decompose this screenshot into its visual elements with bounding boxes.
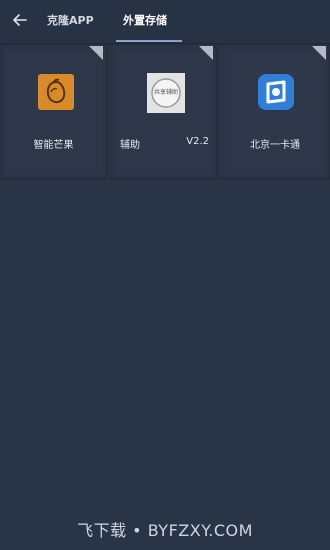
corner-badge [312, 46, 326, 60]
app-grid: 智能芒果 共享辅助 辅助 V2.2 北京一卡通 [0, 44, 330, 180]
app-tile-beijing-card[interactable]: 北京一卡通 [220, 44, 330, 180]
top-bar: 克隆APP 外置存储 [0, 0, 330, 44]
arrow-left-icon [13, 14, 27, 26]
app-label: 辅助 V2.2 [110, 136, 217, 151]
assistant-app-icon: 共享辅助 [146, 72, 186, 116]
corner-badge [89, 46, 103, 60]
watermark-text: 飞下载 • BYFZXY.COM [77, 521, 253, 540]
app-tile-mango[interactable]: 智能芒果 [0, 44, 108, 180]
app-label: 智能芒果 [33, 140, 74, 151]
active-tab-indicator [116, 40, 182, 42]
corner-badge [199, 46, 213, 60]
app-label-name: 辅助 [120, 140, 140, 151]
back-button[interactable] [8, 8, 32, 32]
assistant-icon-text: 共享辅助 [153, 89, 178, 96]
beijing-card-app-icon [256, 72, 296, 116]
app-label: 北京一卡通 [250, 140, 300, 151]
app-tile-assistant[interactable]: 共享辅助 辅助 V2.2 [110, 44, 218, 180]
app-label-version: V2.2 [186, 136, 209, 147]
mango-app-icon [36, 72, 76, 116]
tab-clone-app[interactable]: 克隆APP [47, 12, 94, 28]
tab-external-storage[interactable]: 外置存储 [123, 12, 167, 28]
